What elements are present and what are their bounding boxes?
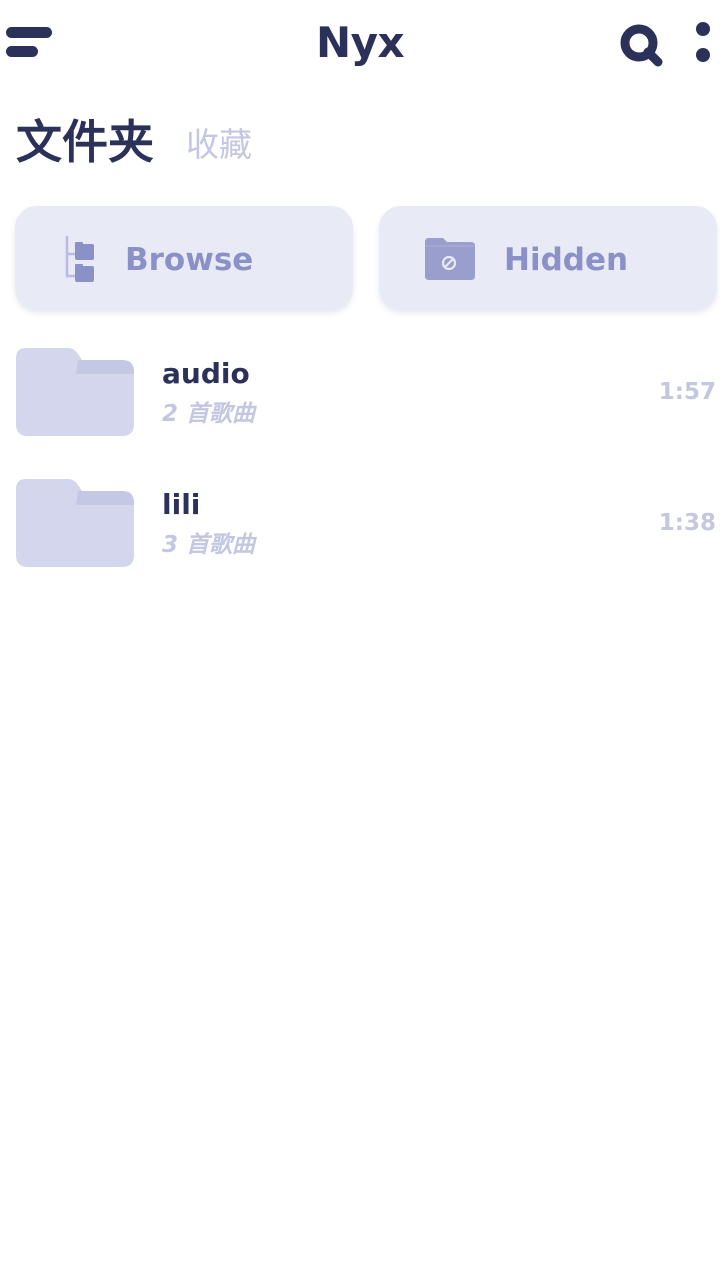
app-bar: Nyx	[0, 0, 720, 90]
more-options-button[interactable]	[692, 18, 720, 70]
hidden-label: Hidden	[504, 242, 629, 278]
search-icon	[620, 24, 663, 67]
folder-tree-icon	[65, 236, 94, 282]
menu-icon-bar	[6, 46, 38, 57]
more-vertical-icon-dot	[696, 48, 710, 62]
hidden-folder-icon	[425, 238, 475, 280]
tab-folders[interactable]: 文件夹	[16, 112, 154, 172]
browse-label: Browse	[125, 242, 254, 278]
folder-icon	[16, 479, 134, 567]
menu-button[interactable]	[6, 24, 54, 64]
folder-name: audio	[162, 357, 250, 390]
folder-song-count: 2 首歌曲	[162, 401, 256, 427]
tab-favorites[interactable]: 收藏	[186, 122, 252, 168]
search-button[interactable]	[618, 22, 666, 70]
hidden-button[interactable]: Hidden	[379, 206, 717, 310]
folder-list: audio 2 首歌曲 1:57 lili 3 首歌曲 1:38	[0, 338, 720, 600]
menu-icon	[6, 27, 52, 38]
folder-song-count: 3 首歌曲	[162, 532, 256, 558]
list-item[interactable]: lili 3 首歌曲 1:38	[0, 469, 720, 600]
more-vertical-icon	[696, 22, 710, 36]
folder-name: lili	[162, 488, 201, 521]
folder-duration: 1:38	[658, 510, 716, 536]
folder-icon	[16, 348, 134, 436]
list-item[interactable]: audio 2 首歌曲 1:57	[0, 338, 720, 469]
folder-duration: 1:57	[658, 379, 716, 405]
app-title: Nyx	[315, 18, 405, 67]
browse-button[interactable]: Browse	[15, 206, 353, 310]
